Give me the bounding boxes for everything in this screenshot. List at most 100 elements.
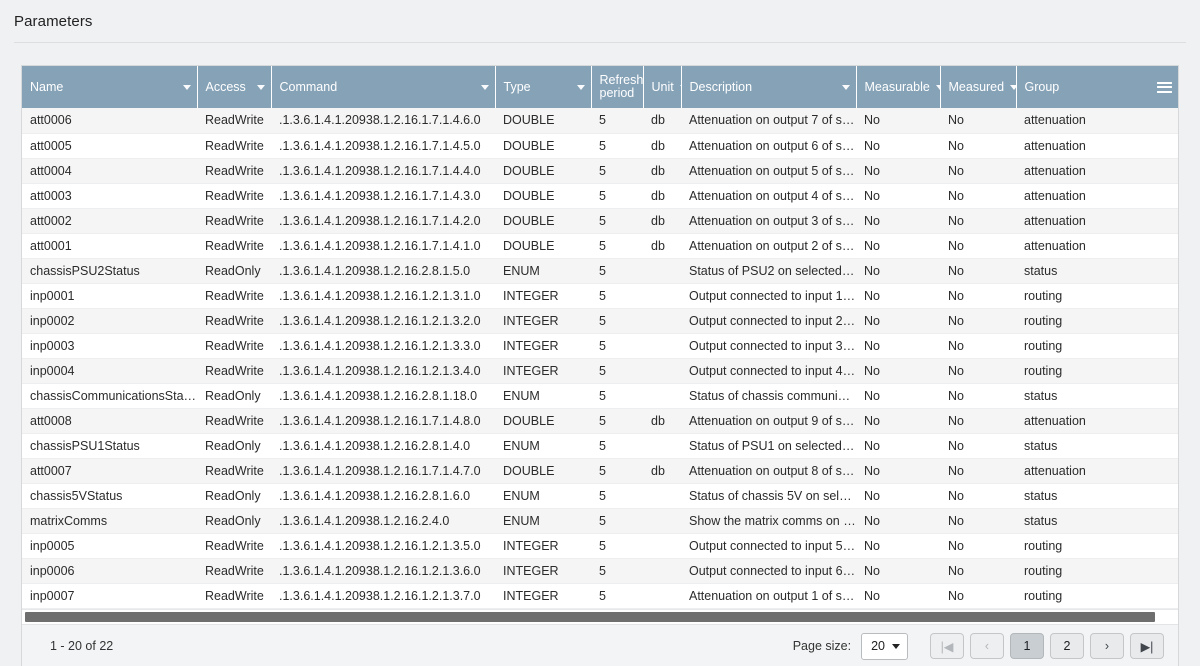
cell-access: ReadWrite [197, 583, 271, 608]
cell-group: attenuation [1016, 133, 1178, 158]
cell-unit [643, 558, 681, 583]
cell-description: Status of chassis communicati... [681, 383, 856, 408]
sort-arrow-icon[interactable] [481, 85, 489, 90]
cell-description: Output connected to input 3, if... [681, 333, 856, 358]
cell-access: ReadWrite [197, 308, 271, 333]
cell-measurable: No [856, 283, 940, 308]
cell-type: DOUBLE [495, 408, 591, 433]
next-page-button[interactable]: › [1090, 633, 1124, 659]
cell-unit [643, 383, 681, 408]
cell-unit [643, 358, 681, 383]
cell-refresh: 5 [591, 558, 643, 583]
cell-command: .1.3.6.1.4.1.20938.1.2.16.1.7.1.4.3.0 [271, 183, 495, 208]
cell-refresh: 5 [591, 208, 643, 233]
cell-group: status [1016, 383, 1178, 408]
previous-page-button[interactable]: ‹ [970, 633, 1004, 659]
table-row[interactable]: att0008ReadWrite.1.3.6.1.4.1.20938.1.2.1… [22, 408, 1178, 433]
cell-unit: db [643, 408, 681, 433]
cell-group: attenuation [1016, 408, 1178, 433]
table-row[interactable]: inp0001ReadWrite.1.3.6.1.4.1.20938.1.2.1… [22, 283, 1178, 308]
cell-group: routing [1016, 558, 1178, 583]
column-header-refresh[interactable]: Refresh period [591, 66, 643, 108]
cell-measurable: No [856, 258, 940, 283]
cell-command: .1.3.6.1.4.1.20938.1.2.16.2.8.1.6.0 [271, 483, 495, 508]
first-page-button[interactable]: |◀ [930, 633, 964, 659]
cell-command: .1.3.6.1.4.1.20938.1.2.16.2.4.0 [271, 508, 495, 533]
cell-refresh: 5 [591, 433, 643, 458]
scrollbar-thumb[interactable] [25, 612, 1155, 622]
cell-type: INTEGER [495, 533, 591, 558]
grid-scroll-area: NameAccessCommandTypeRefresh periodUnitD… [22, 66, 1178, 609]
table-row[interactable]: inp0006ReadWrite.1.3.6.1.4.1.20938.1.2.1… [22, 558, 1178, 583]
cell-type: INTEGER [495, 308, 591, 333]
cell-measurable: No [856, 358, 940, 383]
table-row[interactable]: inp0005ReadWrite.1.3.6.1.4.1.20938.1.2.1… [22, 533, 1178, 558]
table-row[interactable]: att0005ReadWrite.1.3.6.1.4.1.20938.1.2.1… [22, 133, 1178, 158]
cell-unit: db [643, 158, 681, 183]
cell-unit: db [643, 208, 681, 233]
column-menu-icon[interactable] [1157, 82, 1172, 93]
sort-arrow-icon[interactable] [183, 85, 191, 90]
page-button-1[interactable]: 1 [1010, 633, 1044, 659]
sort-arrow-icon[interactable] [577, 85, 585, 90]
cell-measurable: No [856, 483, 940, 508]
cell-command: .1.3.6.1.4.1.20938.1.2.16.1.2.1.3.7.0 [271, 583, 495, 608]
table-row[interactable]: att0002ReadWrite.1.3.6.1.4.1.20938.1.2.1… [22, 208, 1178, 233]
cell-description: Attenuation on output 7 of sele... [681, 108, 856, 133]
table-row[interactable]: chassis5VStatusReadOnly.1.3.6.1.4.1.2093… [22, 483, 1178, 508]
table-row[interactable]: att0007ReadWrite.1.3.6.1.4.1.20938.1.2.1… [22, 458, 1178, 483]
cell-measured: No [940, 483, 1016, 508]
table-row[interactable]: chassisPSU2StatusReadOnly.1.3.6.1.4.1.20… [22, 258, 1178, 283]
table-row[interactable]: inp0003ReadWrite.1.3.6.1.4.1.20938.1.2.1… [22, 333, 1178, 358]
column-header-command[interactable]: Command [271, 66, 495, 108]
column-header-measured[interactable]: Measured [940, 66, 1016, 108]
column-header-access[interactable]: Access [197, 66, 271, 108]
column-header-unit[interactable]: Unit [643, 66, 681, 108]
cell-name: matrixComms [22, 508, 197, 533]
column-header-description[interactable]: Description [681, 66, 856, 108]
cell-measured: No [940, 233, 1016, 258]
column-header-measurable[interactable]: Measurable [856, 66, 940, 108]
cell-command: .1.3.6.1.4.1.20938.1.2.16.1.2.1.3.5.0 [271, 533, 495, 558]
table-row[interactable]: inp0004ReadWrite.1.3.6.1.4.1.20938.1.2.1… [22, 358, 1178, 383]
table-row[interactable]: att0003ReadWrite.1.3.6.1.4.1.20938.1.2.1… [22, 183, 1178, 208]
table-row[interactable]: att0004ReadWrite.1.3.6.1.4.1.20938.1.2.1… [22, 158, 1178, 183]
cell-refresh: 5 [591, 158, 643, 183]
cell-name: inp0005 [22, 533, 197, 558]
column-header-name[interactable]: Name [22, 66, 197, 108]
cell-refresh: 5 [591, 283, 643, 308]
cell-measurable: No [856, 233, 940, 258]
page-size-select[interactable]: 20 [861, 633, 908, 660]
horizontal-scrollbar[interactable] [22, 609, 1178, 624]
cell-measurable: No [856, 558, 940, 583]
table-row[interactable]: att0001ReadWrite.1.3.6.1.4.1.20938.1.2.1… [22, 233, 1178, 258]
column-header-type[interactable]: Type [495, 66, 591, 108]
cell-access: ReadWrite [197, 208, 271, 233]
cell-name: chassisPSU1Status [22, 433, 197, 458]
cell-measurable: No [856, 333, 940, 358]
last-page-button[interactable]: ▶| [1130, 633, 1164, 659]
table-header: NameAccessCommandTypeRefresh periodUnitD… [22, 66, 1178, 108]
table-row[interactable]: matrixCommsReadOnly.1.3.6.1.4.1.20938.1.… [22, 508, 1178, 533]
grid-footer: 1 - 20 of 22 Page size: 20 |◀‹12›▶| [22, 624, 1178, 666]
cell-measurable: No [856, 133, 940, 158]
table-row[interactable]: att0006ReadWrite.1.3.6.1.4.1.20938.1.2.1… [22, 108, 1178, 133]
table-row[interactable]: chassisCommunicationsStatusReadOnly.1.3.… [22, 383, 1178, 408]
cell-type: INTEGER [495, 333, 591, 358]
sort-arrow-icon[interactable] [842, 85, 850, 90]
column-header-group[interactable]: Group [1016, 66, 1178, 108]
table-row[interactable]: inp0002ReadWrite.1.3.6.1.4.1.20938.1.2.1… [22, 308, 1178, 333]
cell-access: ReadOnly [197, 383, 271, 408]
table-row[interactable]: chassisPSU1StatusReadOnly.1.3.6.1.4.1.20… [22, 433, 1178, 458]
cell-unit [643, 508, 681, 533]
cell-name: att0001 [22, 233, 197, 258]
cell-measured: No [940, 183, 1016, 208]
page-button-2[interactable]: 2 [1050, 633, 1084, 659]
sort-arrow-icon[interactable] [257, 85, 265, 90]
cell-description: Output connected to input 4, if... [681, 358, 856, 383]
cell-type: ENUM [495, 508, 591, 533]
table-row[interactable]: inp0007ReadWrite.1.3.6.1.4.1.20938.1.2.1… [22, 583, 1178, 608]
cell-measurable: No [856, 183, 940, 208]
cell-measurable: No [856, 408, 940, 433]
cell-type: ENUM [495, 433, 591, 458]
